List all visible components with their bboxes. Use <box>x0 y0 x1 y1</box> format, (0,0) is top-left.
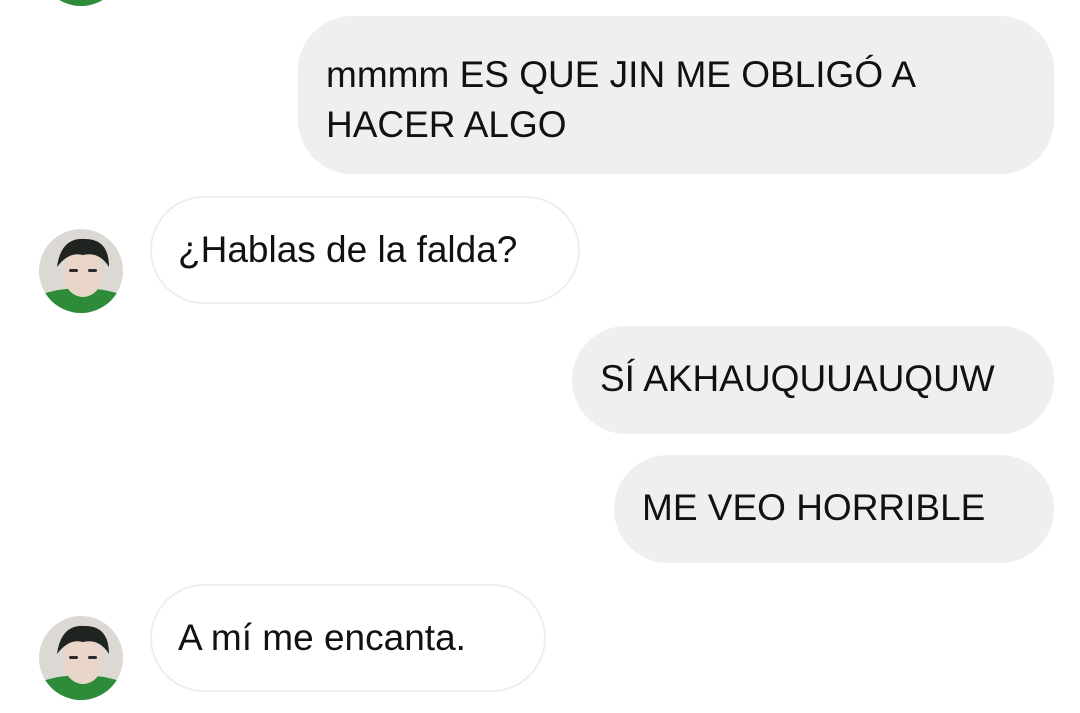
message-bubble-incoming[interactable]: A mí me encanta. <box>150 584 546 692</box>
message-bubble-outgoing[interactable]: mmmm ES QUE JIN ME OBLIGÓ A HACER ALGO <box>298 16 1054 174</box>
message-text: ME VEO HORRIBLE <box>642 487 986 528</box>
user-avatar-icon <box>39 229 123 313</box>
message-text: mmmm ES QUE JIN ME OBLIGÓ A HACER ALGO <box>326 54 914 145</box>
message-bubble-outgoing[interactable]: SÍ AKHAUQUUAUQUW <box>572 326 1054 434</box>
contact-avatar[interactable] <box>39 616 123 700</box>
user-avatar-icon <box>39 616 123 700</box>
chat-thread: mmmm ES QUE JIN ME OBLIGÓ A HACER ALGO ¿… <box>0 0 1080 713</box>
message-text: ¿Hablas de la falda? <box>178 229 518 270</box>
message-bubble-outgoing[interactable]: ME VEO HORRIBLE <box>614 455 1054 563</box>
contact-avatar[interactable] <box>39 229 123 313</box>
message-bubble-incoming[interactable]: ¿Hablas de la falda? <box>150 196 580 304</box>
user-avatar-icon <box>39 0 123 6</box>
message-text: A mí me encanta. <box>178 617 466 658</box>
message-text: SÍ AKHAUQUUAUQUW <box>600 358 995 399</box>
contact-avatar-cropped[interactable] <box>39 0 123 6</box>
